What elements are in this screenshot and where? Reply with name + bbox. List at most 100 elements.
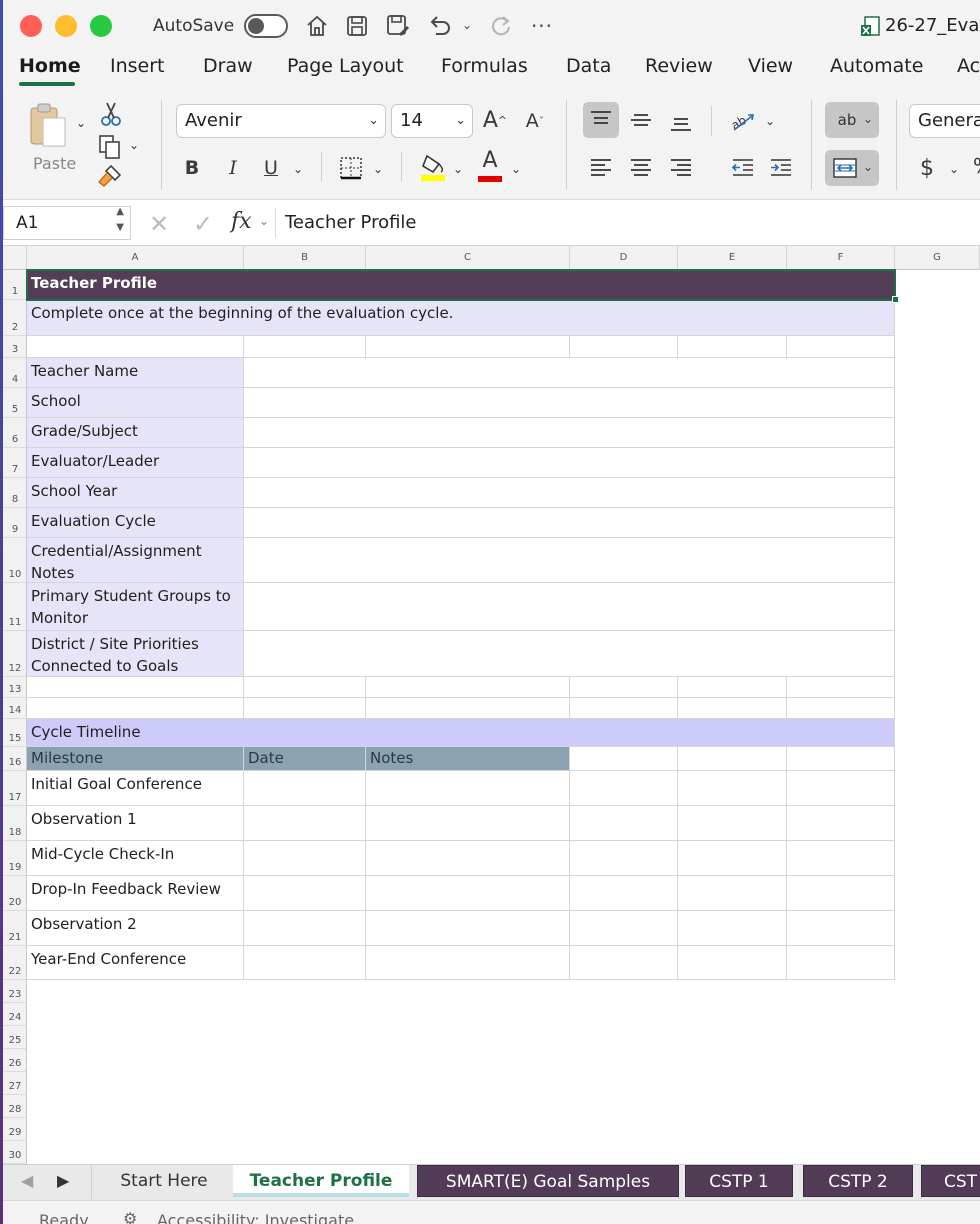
- milestone-cell[interactable]: Mid-Cycle Check-In: [27, 841, 244, 876]
- milestone-cell[interactable]: Year-End Conference: [27, 946, 244, 980]
- confirm-edit-icon[interactable]: ✓: [193, 210, 213, 238]
- shrink-font-button[interactable]: Aˇ: [519, 106, 551, 136]
- tab-view[interactable]: View: [748, 55, 793, 77]
- prev-sheet-icon[interactable]: ◀: [21, 1171, 33, 1190]
- milestone-notes-cell[interactable]: [366, 876, 570, 911]
- function-icon[interactable]: fx: [231, 209, 252, 234]
- tab-acrobat[interactable]: Ac: [957, 55, 980, 77]
- milestone-notes-cell[interactable]: [366, 771, 570, 806]
- empty-cell[interactable]: [570, 876, 678, 911]
- column-header-b[interactable]: B: [244, 246, 366, 270]
- row-header[interactable]: 17: [3, 771, 27, 806]
- milestone-notes-cell[interactable]: [366, 841, 570, 876]
- profile-field-value[interactable]: [244, 388, 895, 418]
- tab-insert[interactable]: Insert: [110, 55, 165, 77]
- grow-font-button[interactable]: A ^: [479, 104, 511, 136]
- more-options-icon[interactable]: ···: [529, 12, 555, 40]
- undo-dropdown-icon[interactable]: ⌄: [459, 16, 475, 34]
- milestone-date-cell[interactable]: [244, 911, 366, 946]
- profile-field-label[interactable]: Evaluation Cycle: [27, 508, 244, 538]
- paste-icon[interactable]: [23, 102, 75, 150]
- underline-dropdown-icon[interactable]: ⌄: [293, 162, 303, 176]
- sheet-tab-cstp-1[interactable]: CSTP 1: [685, 1165, 793, 1197]
- copy-icon[interactable]: [95, 132, 125, 162]
- empty-cell[interactable]: [787, 771, 895, 806]
- empty-cell[interactable]: [570, 677, 678, 698]
- timeline-header-notes[interactable]: Notes: [366, 747, 570, 771]
- empty-cell[interactable]: [678, 876, 787, 911]
- empty-cell[interactable]: [570, 806, 678, 841]
- profile-field-label[interactable]: Grade/Subject: [27, 418, 244, 448]
- profile-field-value[interactable]: [244, 631, 895, 677]
- row-header[interactable]: 15: [3, 719, 27, 747]
- row-header[interactable]: 8: [3, 478, 27, 508]
- bold-button[interactable]: B: [179, 152, 205, 184]
- milestone-cell[interactable]: Observation 1: [27, 806, 244, 841]
- row-header[interactable]: 1: [3, 270, 27, 300]
- fill-handle[interactable]: [892, 296, 899, 303]
- row-header[interactable]: 7: [3, 448, 27, 478]
- minimize-window-button[interactable]: [55, 15, 77, 37]
- milestone-notes-cell[interactable]: [366, 911, 570, 946]
- empty-cell[interactable]: [678, 946, 787, 980]
- next-sheet-icon[interactable]: ▶: [57, 1171, 69, 1190]
- milestone-notes-cell[interactable]: [366, 946, 570, 980]
- row-header[interactable]: 4: [3, 358, 27, 388]
- empty-cell[interactable]: [570, 698, 678, 719]
- name-box[interactable]: A1 ▲ ▼: [3, 206, 131, 240]
- zoom-window-button[interactable]: [90, 15, 112, 37]
- sheet-tab-cstp-3[interactable]: CST: [921, 1165, 980, 1197]
- milestone-cell[interactable]: Drop-In Feedback Review: [27, 876, 244, 911]
- profile-field-label[interactable]: District / Site Priorities Connected to …: [27, 631, 244, 677]
- profile-field-label[interactable]: School Year: [27, 478, 244, 508]
- row-header[interactable]: 5: [3, 388, 27, 418]
- row-header[interactable]: 22: [3, 946, 27, 980]
- profile-field-label[interactable]: Teacher Name: [27, 358, 244, 388]
- number-format-dropdown[interactable]: Genera: [909, 104, 980, 138]
- undo-icon[interactable]: [425, 10, 455, 40]
- sheet-title-cell[interactable]: Teacher Profile: [27, 270, 895, 300]
- sheet-tab-teacher-profile[interactable]: Teacher Profile: [233, 1165, 409, 1197]
- timeline-header-date[interactable]: Date: [244, 747, 366, 771]
- select-all-corner[interactable]: [3, 246, 27, 270]
- empty-cell[interactable]: [787, 336, 895, 358]
- empty-cell[interactable]: [570, 946, 678, 980]
- row-header[interactable]: 13: [3, 677, 27, 698]
- align-right-icon[interactable]: [663, 150, 699, 186]
- empty-cell[interactable]: [27, 698, 244, 719]
- profile-field-value[interactable]: [244, 508, 895, 538]
- empty-cell[interactable]: [678, 336, 787, 358]
- profile-field-value[interactable]: [244, 583, 895, 631]
- row-header[interactable]: 19: [3, 841, 27, 876]
- font-color-button[interactable]: A: [475, 148, 505, 184]
- empty-cell[interactable]: [570, 336, 678, 358]
- currency-button[interactable]: $: [913, 152, 941, 184]
- increase-indent-icon[interactable]: [763, 150, 799, 186]
- tab-formulas[interactable]: Formulas: [441, 55, 528, 77]
- column-header-e[interactable]: E: [678, 246, 787, 270]
- column-header-c[interactable]: C: [366, 246, 570, 270]
- column-header-f[interactable]: F: [787, 246, 895, 270]
- row-header[interactable]: 2: [3, 300, 27, 336]
- sheet-tab-start-here[interactable]: Start Here: [99, 1165, 229, 1197]
- font-name-dropdown[interactable]: Avenir ⌄: [176, 104, 386, 138]
- row-header[interactable]: 27: [3, 1072, 27, 1095]
- empty-cell[interactable]: [787, 698, 895, 719]
- empty-cell[interactable]: [570, 911, 678, 946]
- name-box-stepper-down[interactable]: ▼: [116, 221, 124, 235]
- empty-cell[interactable]: [787, 677, 895, 698]
- format-painter-icon[interactable]: [95, 162, 125, 190]
- save-icon[interactable]: [343, 12, 371, 40]
- sheet-tab-smart-goal-samples[interactable]: SMART(E) Goal Samples: [417, 1165, 679, 1197]
- tab-review[interactable]: Review: [645, 55, 713, 77]
- empty-cell[interactable]: [570, 747, 678, 771]
- empty-cell[interactable]: [366, 336, 570, 358]
- merge-center-button[interactable]: ⌄: [825, 150, 879, 186]
- fill-color-dropdown-icon[interactable]: ⌄: [453, 162, 463, 176]
- row-header[interactable]: 20: [3, 876, 27, 911]
- decrease-indent-icon[interactable]: [725, 150, 761, 186]
- empty-cell[interactable]: [27, 336, 244, 358]
- align-top-icon[interactable]: [583, 102, 619, 138]
- tab-data[interactable]: Data: [566, 55, 611, 77]
- tab-draw[interactable]: Draw: [203, 55, 253, 77]
